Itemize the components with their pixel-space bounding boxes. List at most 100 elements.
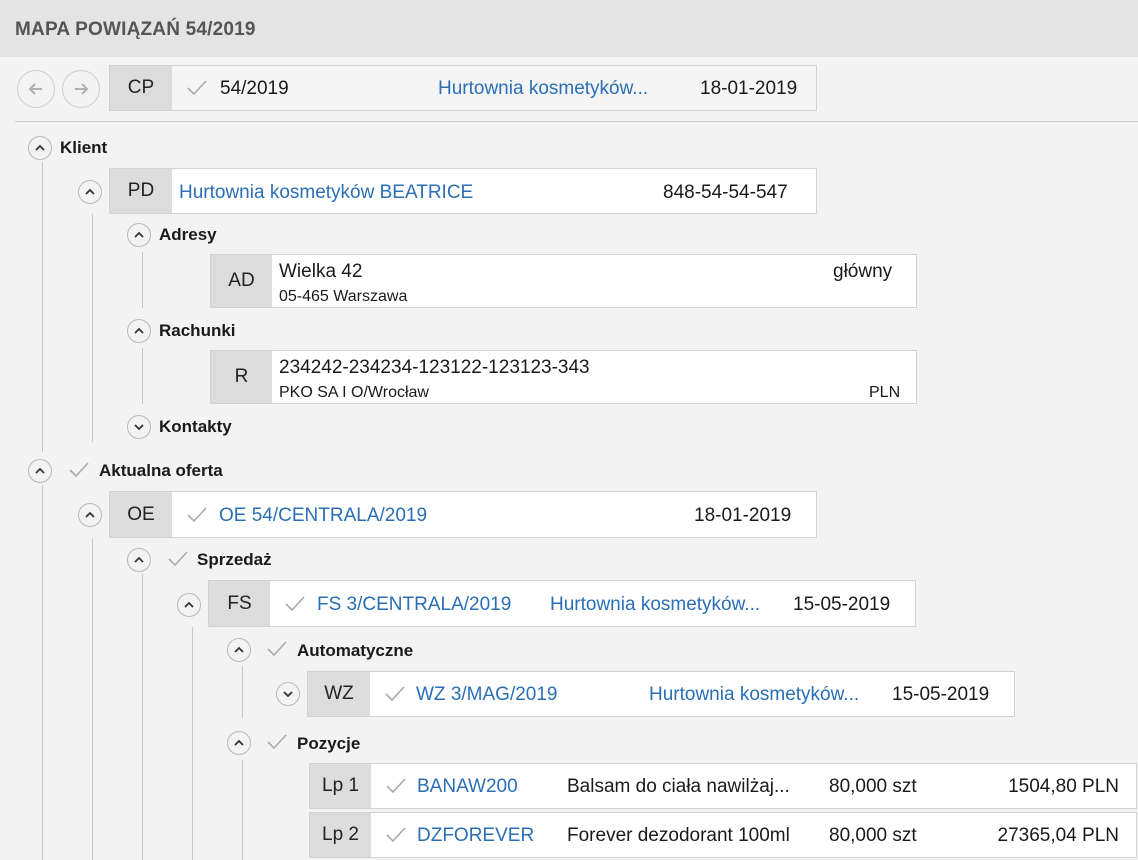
check-icon: [267, 734, 287, 750]
chevron-up-icon: [134, 327, 144, 334]
account-number: 234242-234234-123122-123123-343: [279, 357, 590, 378]
offer-number-link[interactable]: OE 54/CENTRALA/2019: [219, 505, 427, 527]
wz-date: 15-05-2019: [892, 684, 990, 705]
header-document-card[interactable]: CP 54/2019 Hurtownia kosmetyków... 18-01…: [109, 65, 817, 111]
section-aktualna-oferta: Aktualna oferta: [99, 461, 223, 480]
check-icon: [386, 827, 406, 843]
invoice-number-link[interactable]: FS 3/CENTRALA/2019: [317, 594, 511, 616]
tree-line: [242, 666, 243, 718]
client-nip: 848-54-54-547: [663, 182, 788, 203]
section-klient: Klient: [60, 138, 108, 157]
position-value: 1504,80 PLN: [1008, 776, 1119, 797]
check-icon: [385, 686, 405, 702]
address-type: główny: [833, 261, 893, 282]
offer-code: OE: [110, 492, 172, 537]
tree-line: [142, 252, 143, 308]
chevron-down-icon: [134, 424, 144, 431]
position-name: Balsam do ciała nawilżaj...: [567, 776, 790, 797]
chevron-up-icon: [234, 739, 244, 746]
chevron-up-icon: [234, 646, 244, 653]
section-automatyczne: Automatyczne: [297, 641, 414, 660]
chevron-up-icon: [35, 467, 45, 474]
address-card[interactable]: AD Wielka 42 05-465 Warszawa główny: [210, 254, 917, 308]
invoice-code: FS: [209, 581, 270, 626]
tree-line: [92, 538, 93, 860]
tree-line: [242, 760, 243, 860]
section-rachunki: Rachunki: [159, 321, 236, 340]
separator: [15, 121, 1138, 122]
document-code: CP: [110, 66, 172, 110]
title-bar: MAPA POWIĄZAŃ 54/2019: [0, 0, 1138, 57]
position-qty: 80,000 szt: [829, 776, 917, 797]
offer-card[interactable]: OE OE 54/CENTRALA/2019 18-01-2019: [109, 491, 817, 538]
client-card[interactable]: PD Hurtownia kosmetyków BEATRICE 848-54-…: [109, 168, 817, 214]
collapse-sprzedaz-toggle[interactable]: [127, 548, 151, 572]
address-code: AD: [211, 255, 272, 307]
check-icon: [187, 507, 207, 523]
check-icon: [168, 551, 188, 567]
wz-number-link[interactable]: WZ 3/MAG/2019: [416, 684, 558, 706]
document-number: 54/2019: [220, 78, 289, 99]
check-icon: [69, 462, 89, 478]
position-code-link[interactable]: BANAW200: [417, 776, 518, 798]
check-icon: [187, 80, 207, 96]
arrow-left-icon: [28, 83, 42, 95]
check-icon: [386, 778, 406, 794]
chevron-up-icon: [35, 144, 45, 151]
position-row[interactable]: Lp 2 DZFOREVER Forever dezodorant 100ml …: [309, 812, 1137, 858]
tree-line: [142, 348, 143, 404]
expand-kontakty-toggle[interactable]: [127, 415, 151, 439]
client-name-link[interactable]: Hurtownia kosmetyków BEATRICE: [179, 182, 473, 204]
client-link[interactable]: Hurtownia kosmetyków...: [438, 78, 648, 100]
account-currency: PLN: [869, 384, 901, 401]
tree-line: [142, 574, 143, 860]
chevron-up-icon: [134, 556, 144, 563]
collapse-pozycje-toggle[interactable]: [227, 731, 251, 755]
collapse-klient-toggle[interactable]: [28, 136, 52, 160]
invoice-client-link[interactable]: Hurtownia kosmetyków...: [550, 594, 760, 616]
wz-code: WZ: [308, 672, 370, 716]
wz-client-link[interactable]: Hurtownia kosmetyków...: [649, 684, 859, 706]
check-icon: [285, 596, 305, 612]
collapse-invoice-card-toggle[interactable]: [177, 593, 201, 617]
account-card[interactable]: R 234242-234234-123122-123123-343 PKO SA…: [210, 350, 917, 404]
position-lp: Lp 1: [310, 764, 371, 808]
wz-card[interactable]: WZ WZ 3/MAG/2019 Hurtownia kosmetyków...…: [307, 671, 1015, 717]
section-sprzedaz: Sprzedaż: [197, 550, 272, 569]
collapse-adresy-toggle[interactable]: [127, 223, 151, 247]
back-button[interactable]: [17, 70, 55, 108]
chevron-up-icon: [134, 231, 144, 238]
section-kontakty: Kontakty: [159, 417, 232, 436]
arrow-right-icon: [75, 83, 89, 95]
position-code-link[interactable]: DZFOREVER: [417, 825, 534, 847]
account-code: R: [211, 351, 272, 403]
chevron-up-icon: [184, 601, 194, 608]
client-code: PD: [110, 169, 172, 213]
tree-line: [192, 627, 193, 860]
position-row[interactable]: Lp 1 BANAW200 Balsam do ciała nawilżaj..…: [309, 763, 1137, 809]
forward-button[interactable]: [62, 70, 100, 108]
collapse-rachunki-toggle[interactable]: [127, 319, 151, 343]
collapse-automatyczne-toggle[interactable]: [227, 638, 251, 662]
position-name: Forever dezodorant 100ml: [567, 825, 790, 846]
invoice-date: 15-05-2019: [793, 594, 891, 615]
account-bank: PKO SA I O/Wrocław: [279, 384, 429, 401]
collapse-offer-card-toggle[interactable]: [78, 503, 102, 527]
chevron-up-icon: [85, 511, 95, 518]
page-title: MAPA POWIĄZAŃ 54/2019: [15, 19, 256, 40]
collapse-client-card-toggle[interactable]: [78, 180, 102, 204]
collapse-oferta-toggle[interactable]: [28, 459, 52, 483]
chevron-up-icon: [85, 188, 95, 195]
tree-line: [92, 214, 93, 442]
document-date: 18-01-2019: [700, 78, 798, 99]
address-city: 05-465 Warszawa: [279, 288, 408, 305]
chevron-down-icon: [283, 691, 293, 698]
section-adresy: Adresy: [159, 225, 217, 244]
invoice-card[interactable]: FS FS 3/CENTRALA/2019 Hurtownia kosmetyk…: [208, 580, 916, 627]
expand-wz-card-toggle[interactable]: [276, 682, 300, 706]
check-icon: [267, 641, 287, 657]
position-qty: 80,000 szt: [829, 825, 917, 846]
tree-line: [42, 162, 43, 452]
tree-line: [42, 485, 43, 860]
position-lp: Lp 2: [310, 813, 371, 857]
